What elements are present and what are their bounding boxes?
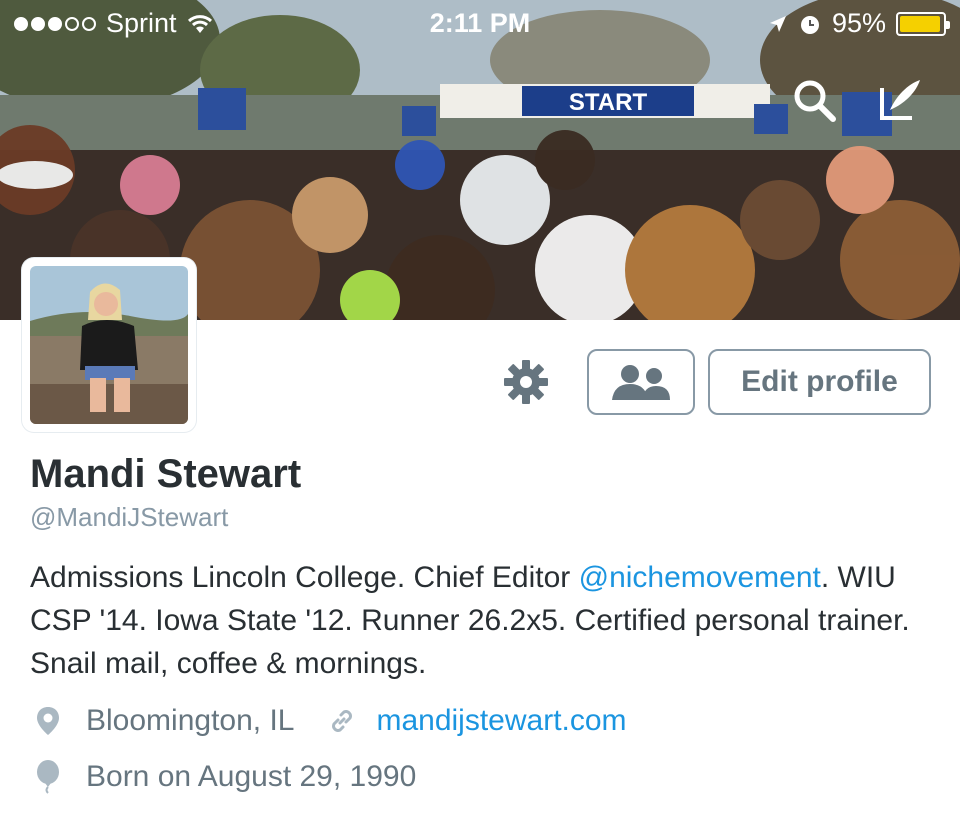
- search-button[interactable]: [786, 72, 842, 128]
- signal-dots-icon: [14, 16, 96, 31]
- people-icon: [612, 365, 670, 400]
- avatar[interactable]: [22, 258, 196, 432]
- avatar-photo: [30, 266, 188, 424]
- start-banner-text: START: [569, 89, 648, 116]
- carrier-label: Sprint: [106, 8, 177, 38]
- profile-bio: Admissions Lincoln College. Chief Editor…: [30, 556, 940, 685]
- search-icon: [794, 80, 836, 122]
- status-bar-left: Sprint: [14, 8, 213, 39]
- bio-text-start: Admissions Lincoln College. Chief Editor: [30, 561, 579, 594]
- profile-name: Mandi Stewart: [30, 452, 302, 496]
- profile-birthday-row: Born on August 29, 1990: [34, 760, 416, 794]
- profile-location: Bloomington, IL: [86, 704, 295, 737]
- lists-button[interactable]: [587, 349, 695, 415]
- compose-icon: [880, 80, 920, 120]
- profile-website-link[interactable]: mandijstewart.com: [376, 704, 626, 738]
- status-bar: Sprint 2:11 PM 95%: [0, 0, 960, 48]
- battery-level-fill: [900, 15, 940, 32]
- location-arrow-icon: [769, 15, 786, 32]
- bio-mention-link[interactable]: @nichemovement: [579, 561, 821, 594]
- profile-photo-image: [30, 266, 188, 424]
- compose-button[interactable]: [872, 72, 928, 128]
- link-icon: [328, 707, 356, 735]
- profile-birthday: Born on August 29, 1990: [86, 760, 417, 793]
- wifi-icon: [187, 14, 212, 33]
- edit-profile-button[interactable]: Edit profile: [708, 349, 931, 415]
- battery-icon: [896, 11, 950, 36]
- battery-percent: 95%: [831, 8, 886, 38]
- profile-handle: @MandiJStewart: [30, 502, 229, 532]
- gear-icon: [504, 360, 548, 404]
- settings-button[interactable]: [500, 356, 552, 408]
- alarm-icon: [800, 15, 819, 34]
- status-bar-right: 95%: [768, 8, 950, 39]
- profile-location-row: Bloomington, IL mandijstewart.com: [34, 704, 627, 738]
- location-pin-icon: [34, 706, 62, 736]
- balloon-icon: [34, 760, 62, 794]
